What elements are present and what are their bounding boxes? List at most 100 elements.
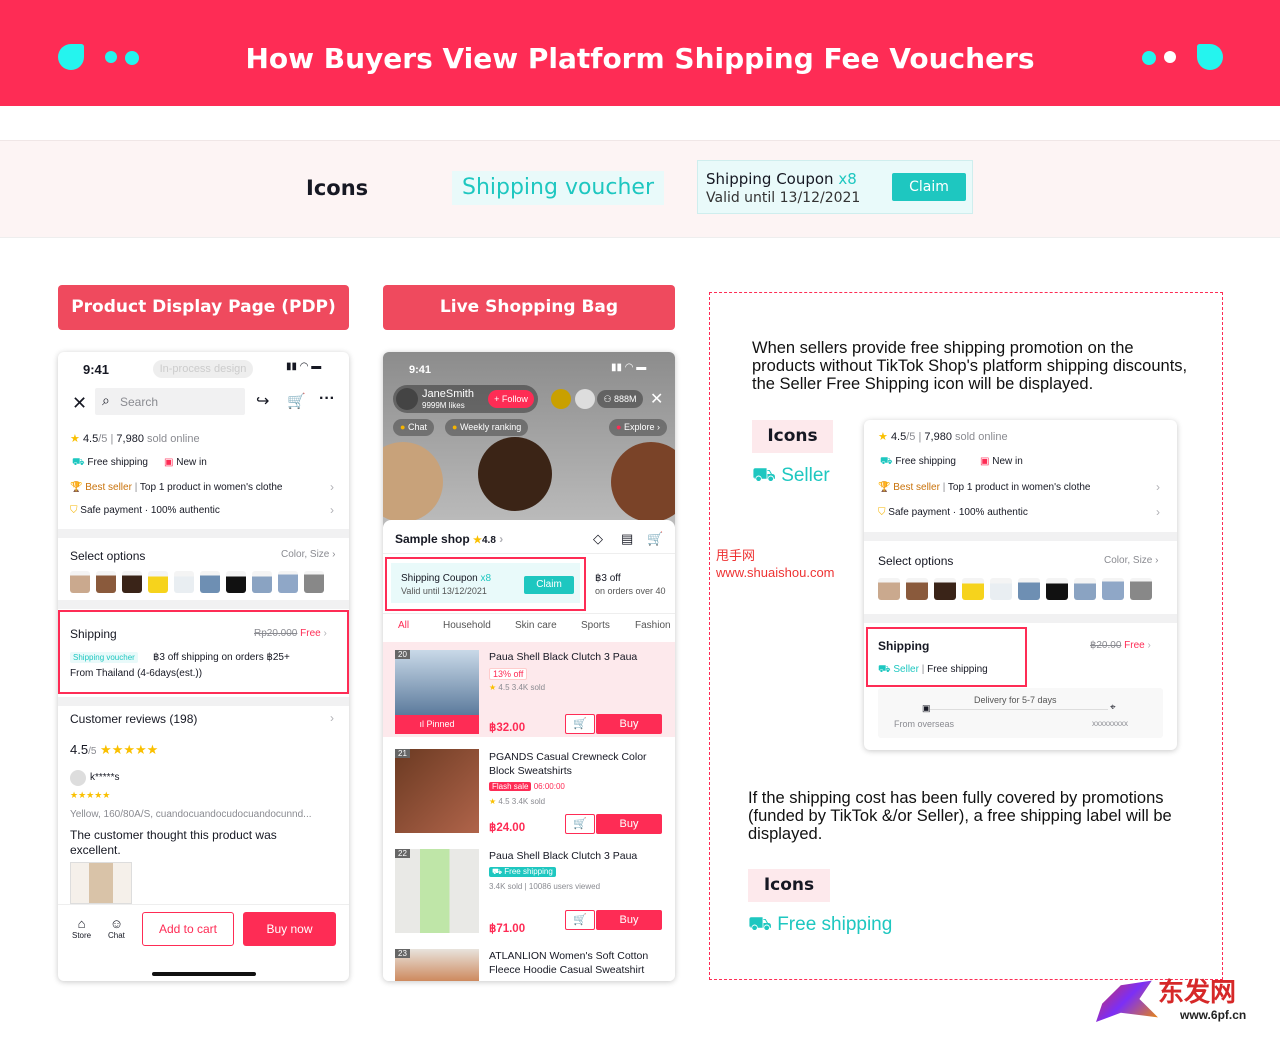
option-thumb[interactable] (1018, 578, 1040, 600)
host-name: JaneSmith (422, 388, 474, 400)
option-thumbnails[interactable] (878, 578, 1152, 600)
option-thumb[interactable] (1102, 578, 1124, 600)
option-thumb[interactable] (962, 578, 984, 600)
product-title: PGANDS Casual Crewneck Color Block Sweat… (489, 751, 647, 777)
option-thumb[interactable] (934, 578, 956, 600)
option-thumb[interactable] (252, 571, 272, 593)
tab-skin-care[interactable]: Skin care (515, 620, 557, 631)
select-options-title: Select options (878, 554, 954, 568)
live-section-header: Live Shopping Bag (383, 285, 675, 330)
review-photo[interactable] (70, 862, 132, 904)
best-seller-row[interactable]: 🏆 Best seller | Top 1 product in women's… (878, 482, 1090, 493)
share-icon[interactable]: ↪ (256, 391, 269, 411)
add-cart-icon[interactable]: 🛒 (565, 910, 595, 930)
brand-url: www.6pf.cn (1180, 1008, 1247, 1022)
status-time: 9:41 (409, 364, 432, 376)
reviewer-name: k*****s (90, 772, 120, 783)
buy-button[interactable]: Buy (596, 910, 662, 930)
product-image (395, 749, 479, 833)
option-thumb[interactable] (906, 578, 928, 600)
status-label: In-process design (153, 360, 253, 378)
option-thumb[interactable] (122, 571, 142, 593)
review-stars: ★★★★★ (70, 790, 111, 800)
best-seller-row[interactable]: 🏆 Best seller | Top 1 product in women's… (70, 482, 282, 493)
delivery-dest: xxxxxxxxx (1092, 719, 1128, 728)
close-icon[interactable]: ✕ (650, 389, 663, 409)
search-placeholder: Search (120, 395, 159, 409)
rating-line: ★ 4.5/5 | 7,980 sold online (878, 431, 1008, 443)
free-shipping-label: ⛟ Free shipping (748, 914, 893, 935)
highlight-box (866, 627, 1027, 687)
page-title: How Buyers View Platform Shipping Fee Vo… (245, 42, 1035, 75)
follow-button[interactable]: + Follow (488, 390, 534, 408)
store-icon: ⌂ (77, 916, 86, 931)
option-thumb[interactable] (990, 578, 1012, 600)
tab-fashion[interactable]: Fashion (635, 620, 671, 631)
legend-shipping-coupon: Shipping Coupon x8 Valid until 13/12/202… (697, 160, 973, 214)
option-thumb[interactable] (1130, 578, 1152, 600)
option-thumb[interactable] (96, 571, 116, 593)
buy-button[interactable]: Buy (596, 714, 662, 734)
tab-sports[interactable]: Sports (581, 620, 610, 631)
safe-payment-row[interactable]: ⛉ Safe payment · 100% authentic (70, 505, 220, 516)
option-thumb[interactable] (878, 578, 900, 600)
pinned-label: ıl Pinned (395, 715, 479, 734)
store-button[interactable]: ⌂ Store (72, 916, 91, 940)
chevron-right-icon: › (1156, 505, 1160, 519)
buy-now-button[interactable]: Buy now (243, 912, 336, 946)
color-size-link[interactable]: Color, Size › (281, 549, 335, 560)
divider (864, 614, 1177, 623)
explore-chip[interactable]: ● Explore › (609, 419, 667, 436)
add-to-cart-button[interactable]: Add to cart (142, 912, 234, 946)
option-thumb[interactable] (226, 571, 246, 593)
pdp-phone: 9:41 In-process design ▮▮ ◠ ▬ ✕ ⌕ Search… (58, 352, 349, 981)
chat-chip[interactable]: ● Chat (393, 419, 434, 436)
cart-icon[interactable]: 🛒 (647, 531, 663, 547)
divider (58, 529, 349, 538)
add-cart-icon[interactable]: 🛒 (565, 714, 595, 734)
chat-icon: ☺ (109, 916, 124, 931)
claim-button[interactable]: Claim (524, 576, 574, 594)
icons-pill: Icons (752, 420, 833, 453)
option-thumb[interactable] (70, 571, 90, 593)
flash-sale-tag: Flash sale 06:00:00 (489, 782, 565, 791)
option-thumb[interactable] (148, 571, 168, 593)
select-options-title: Select options (70, 549, 146, 563)
tab-household[interactable]: Household (443, 620, 491, 631)
weekly-ranking-chip[interactable]: ● Weekly ranking (445, 419, 529, 436)
product-title: ATLANLION Women's Soft Cotton Fleece Hoo… (489, 950, 649, 976)
chevron-right-icon: › (330, 480, 334, 494)
tab-all[interactable]: All (398, 620, 409, 631)
status-time: 9:41 (83, 362, 110, 377)
more-icon[interactable]: ··· (319, 390, 335, 408)
option-thumb[interactable] (278, 571, 298, 593)
product-number: 23 (395, 949, 410, 958)
delivery-from: From overseas (894, 719, 955, 729)
orders-icon[interactable]: ▤ (621, 531, 633, 547)
cart-icon[interactable]: 🛒 (287, 392, 306, 410)
option-thumbnails[interactable] (70, 571, 324, 593)
buy-button[interactable]: Buy (596, 814, 662, 834)
product-price: ฿24.00 (489, 822, 526, 834)
option-thumb[interactable] (200, 571, 220, 593)
add-cart-icon[interactable]: 🛒 (565, 814, 595, 834)
legend-shipping-voucher-tag: Shipping voucher (452, 171, 664, 205)
coupon-icon[interactable]: ◇ (593, 531, 603, 547)
shop-name[interactable]: Sample shop ★4.8 › (395, 532, 503, 546)
option-thumb[interactable] (304, 571, 324, 593)
option-thumb[interactable] (1046, 578, 1068, 600)
coupon-title: Shipping Coupon x8 (706, 170, 857, 188)
shipping-price: Rp20.000 Free › (254, 628, 327, 639)
search-input[interactable]: ⌕ Search (95, 388, 245, 415)
viewer-avatar (551, 389, 571, 409)
safe-payment-row[interactable]: ⛉ Safe payment · 100% authentic (878, 507, 1028, 518)
ship-from: From Thailand (4-6days(est.)) (70, 668, 203, 679)
shipping-title: Shipping (70, 627, 117, 641)
reviews-title[interactable]: Customer reviews (198) (70, 712, 197, 726)
claim-button[interactable]: Claim (892, 173, 966, 201)
color-size-link[interactable]: Color, Size › (1104, 555, 1158, 566)
option-thumb[interactable] (174, 571, 194, 593)
close-icon[interactable]: ✕ (72, 393, 87, 414)
chat-button[interactable]: ☺ Chat (108, 916, 125, 940)
option-thumb[interactable] (1074, 578, 1096, 600)
